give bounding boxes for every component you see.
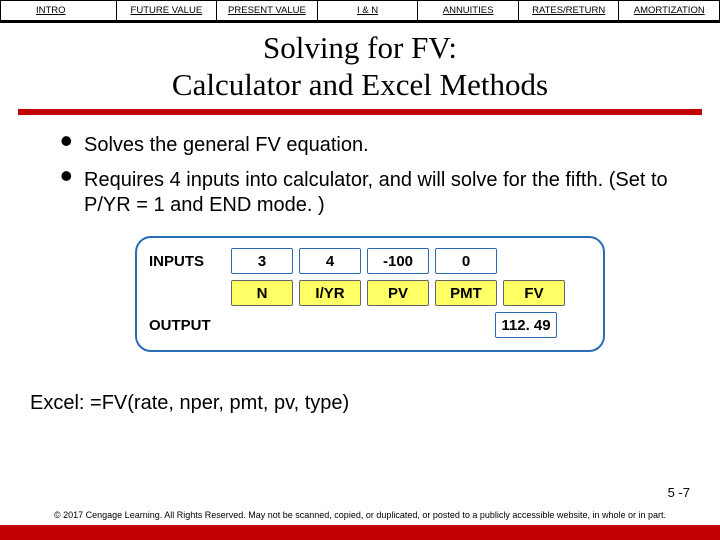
title-line-1: Solving for FV:: [263, 30, 457, 65]
var-pv: PV: [367, 280, 429, 306]
slide-title: Solving for FV: Calculator and Excel Met…: [40, 29, 680, 103]
tab-present-value[interactable]: PRESENT VALUE: [216, 0, 317, 20]
tab-annuities[interactable]: ANNUITIES: [417, 0, 518, 20]
excel-formula: Excel: =FV(rate, nper, pmt, pv, type): [30, 392, 690, 415]
copyright-text: © 2017 Cengage Learning. All Rights Rese…: [0, 510, 720, 520]
var-iyr: I/YR: [299, 280, 361, 306]
tab-rates-return[interactable]: RATES/RETURN: [518, 0, 619, 20]
bullet-dot: •: [60, 168, 84, 218]
input-iyr-value: 4: [299, 248, 361, 274]
bullet-2-text: Requires 4 inputs into calculator, and w…: [84, 168, 680, 218]
tab-i-and-n[interactable]: I & N: [317, 0, 418, 20]
tab-future-value[interactable]: FUTURE VALUE: [116, 0, 217, 20]
title-line-2: Calculator and Excel Methods: [172, 67, 548, 102]
var-n: N: [231, 280, 293, 306]
tab-amortization[interactable]: AMORTIZATION: [618, 0, 720, 20]
output-fv-value: 112. 49: [495, 312, 557, 338]
page-number: 5 -7: [668, 485, 690, 500]
input-pv-value: -100: [367, 248, 429, 274]
bullet-2: • Requires 4 inputs into calculator, and…: [60, 168, 680, 218]
tab-intro[interactable]: INTRO: [0, 0, 101, 20]
bullet-1: • Solves the general FV equation.: [60, 133, 680, 158]
content-area: • Solves the general FV equation. • Requ…: [0, 115, 720, 352]
input-n-value: 3: [231, 248, 293, 274]
inputs-label: INPUTS: [149, 253, 231, 270]
var-pmt: PMT: [435, 280, 497, 306]
bullet-1-text: Solves the general FV equation.: [84, 133, 369, 158]
output-label: OUTPUT: [149, 317, 231, 334]
bottom-red-bar: [0, 525, 720, 540]
nav-tabs: INTRO FUTURE VALUE PRESENT VALUE I & N A…: [0, 0, 720, 23]
var-fv: FV: [503, 280, 565, 306]
calculator-box: INPUTS 3 4 -100 0 N I/YR PV PMT: [135, 236, 605, 352]
input-pmt-value: 0: [435, 248, 497, 274]
